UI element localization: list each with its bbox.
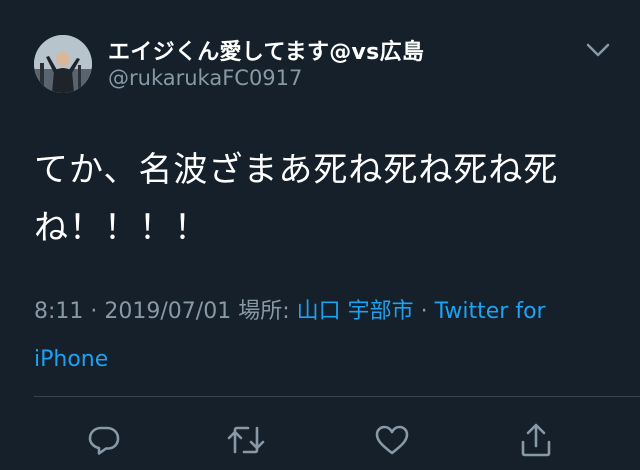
display-name[interactable]: エイジくん愛してます@vs広島 [108,34,424,66]
location-link[interactable]: 山口 宇部市 [297,299,414,324]
reply-icon [86,422,122,458]
location-label: 場所: [231,299,297,324]
avatar[interactable] [34,35,92,93]
tweet-meta: 8:11 · 2019/07/01 場所: 山口 宇部市 · Twitter f… [34,288,614,384]
heart-icon [373,422,411,458]
meta-separator: · [83,299,105,324]
retweet-icon [226,422,266,458]
retweet-button[interactable] [224,418,268,462]
divider [34,396,640,397]
reply-button[interactable] [82,418,126,462]
tweet-date: 2019/07/01 [104,299,232,324]
like-button[interactable] [370,418,414,462]
tweet-time: 8:11 [34,299,84,324]
user-handle[interactable]: @rukarukaFC0917 [108,66,302,90]
meta-separator: · [413,299,435,324]
tweet-text: てか、名波ざまあ死ね死ね死ね死ね！！！！ [34,150,559,248]
tweet-card: エイジくん愛してます@vs広島 @rukarukaFC0917 てか、名波ざまあ… [0,0,640,470]
share-icon [518,421,554,459]
chevron-down-icon[interactable] [584,38,612,62]
share-button[interactable] [514,418,558,462]
